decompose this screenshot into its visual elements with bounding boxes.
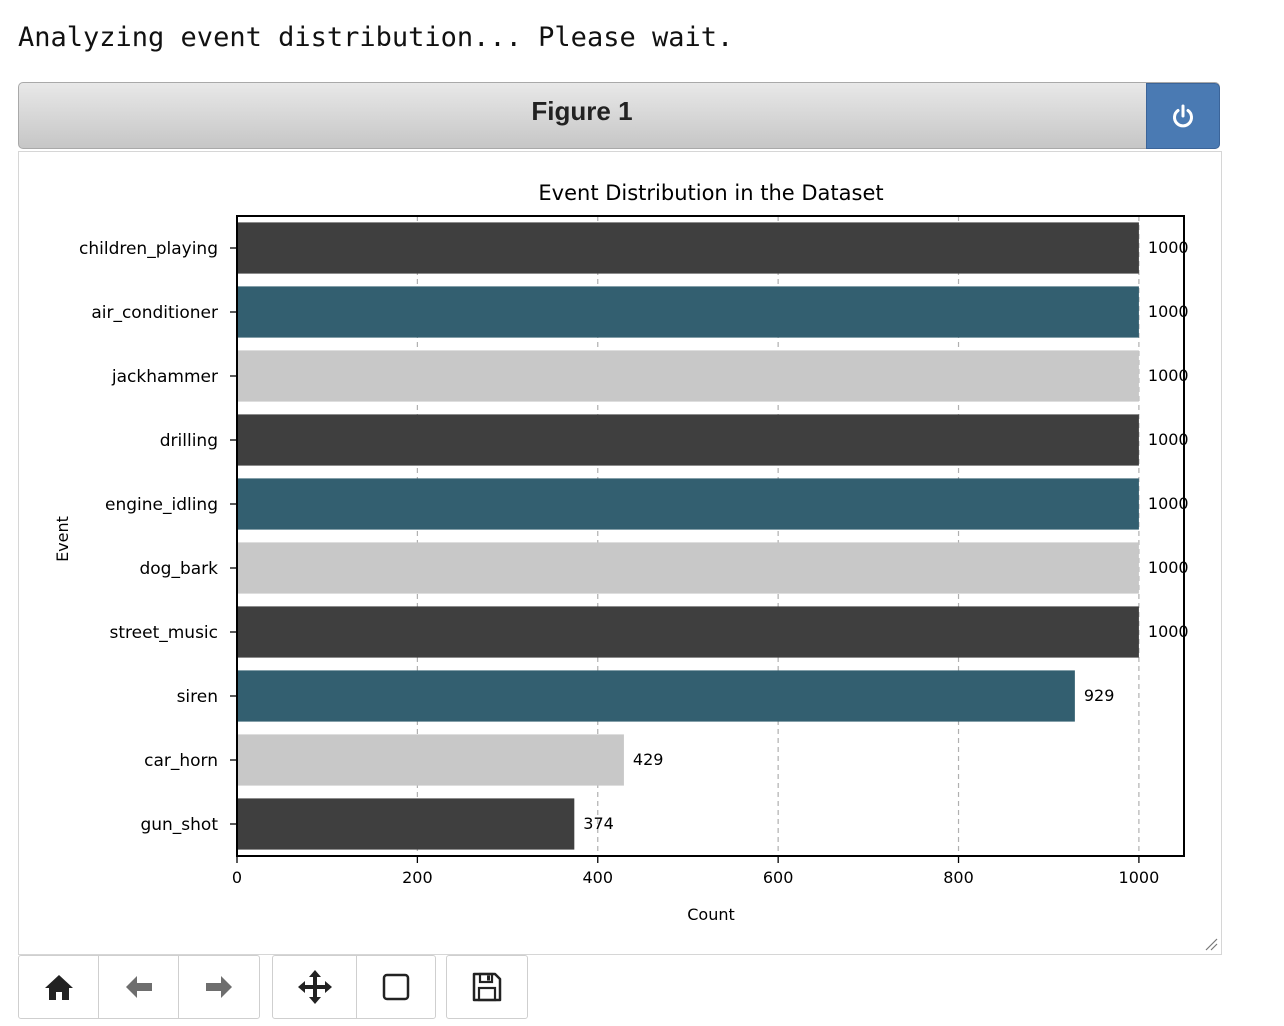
bar-car_horn [237,734,624,786]
data-label: 1000 [1148,366,1189,385]
forward-button[interactable] [179,956,259,1018]
bar-children_playing [237,222,1139,274]
back-button[interactable] [99,956,179,1018]
y-tick-label: drilling [160,431,218,451]
y-axis-label: Event [53,516,72,562]
x-tick-label: 200 [402,868,433,887]
bar-chart: Event Distribution in the Dataset Count … [53,181,1189,924]
save-button-group [446,955,528,1019]
y-tick-label: dog_bark [139,559,218,579]
y-tick-label: jackhammer [111,367,218,387]
move-arrows-icon [297,970,332,1004]
bar-street_music [237,606,1139,658]
y-tick-label: gun_shot [140,815,218,835]
y-tick-label: children_playing [79,239,218,259]
y-tick-label: street_music [110,623,218,643]
figure-title: Figure 1 [531,96,633,126]
bar-dog_bark [237,542,1139,594]
data-label: 1000 [1148,494,1189,513]
nav-button-group [18,955,260,1019]
chart-title: Event Distribution in the Dataset [538,181,883,205]
data-label: 1000 [1148,302,1189,321]
data-label: 429 [633,750,664,769]
figure-canvas[interactable]: Event Distribution in the Dataset Count … [18,151,1222,955]
home-button[interactable] [19,956,99,1018]
y-tick-label: siren [177,687,218,707]
x-tick-label: 600 [763,868,794,887]
data-label: 1000 [1148,622,1189,641]
data-label: 1000 [1148,430,1189,449]
save-button[interactable] [447,956,527,1018]
bar-siren [237,670,1075,722]
data-label: 1000 [1148,558,1189,577]
y-tick-label: air_conditioner [91,303,218,323]
power-button[interactable] [1146,83,1220,149]
y-tick-label: engine_idling [105,495,218,515]
data-label: 929 [1084,686,1115,705]
bars [237,222,1139,850]
x-tick-label: 0 [232,868,242,887]
bar-gun_shot [237,798,575,850]
bar-air_conditioner [237,286,1139,338]
floppy-disk-icon [472,972,502,1002]
tool-button-group [272,955,436,1019]
bar-drilling [237,414,1139,466]
back-arrow-icon [125,976,152,998]
data-label: 374 [583,814,614,833]
x-tick-label: 400 [582,868,613,887]
zoom-rect-icon [382,973,410,1001]
zoom-rect-button[interactable] [357,956,435,1018]
y-tick-label: car_horn [144,751,218,771]
bar-engine_idling [237,478,1139,530]
bar-jackhammer [237,350,1139,402]
home-icon [44,975,73,1000]
x-tick-label: 800 [943,868,974,887]
power-icon [1173,104,1193,128]
forward-arrow-icon [206,976,232,998]
resize-grip-icon[interactable] [1204,937,1218,951]
data-label: 1000 [1148,238,1189,257]
x-tick-label: 1000 [1119,868,1160,887]
x-axis-label: Count [687,905,735,924]
status-message: Analyzing event distribution... Please w… [18,22,734,53]
pan-button[interactable] [273,956,357,1018]
figure-titlebar: Figure 1 [18,82,1220,149]
